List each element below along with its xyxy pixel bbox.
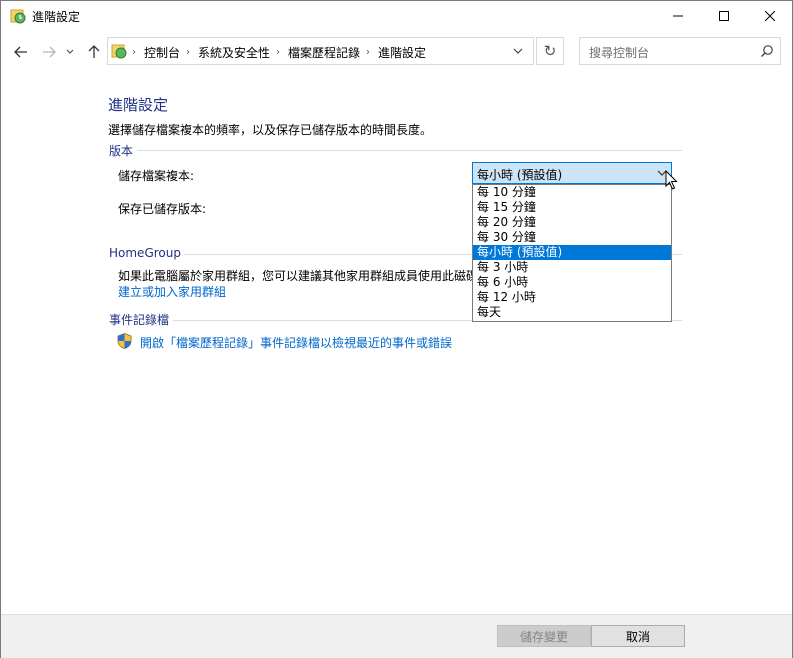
frequency-option[interactable]: 每 20 分鐘 (473, 215, 671, 230)
frequency-option[interactable]: 每 15 分鐘 (473, 200, 671, 215)
frequency-option[interactable]: 每小時 (預設值) (473, 245, 671, 260)
close-button[interactable] (747, 1, 793, 31)
cancel-button[interactable]: 取消 (591, 625, 685, 647)
chevron-down-icon (513, 48, 523, 54)
save-frequency-value: 每小時 (預設值) (477, 168, 563, 182)
breadcrumb-separator-icon: › (186, 47, 191, 58)
address-bar[interactable]: › 控制台 › 系統及安全性 › 檔案歷程記錄 › 進階設定 (107, 37, 534, 65)
versions-divider (137, 150, 682, 151)
refresh-button[interactable]: ↻ (536, 37, 564, 65)
homegroup-heading: HomeGroup (109, 246, 181, 260)
footer-bar: 儲存變更 取消 (1, 614, 792, 658)
forward-arrow-icon (43, 46, 56, 58)
frequency-option[interactable]: 每 6 小時 (473, 275, 671, 290)
refresh-icon: ↻ (543, 42, 557, 60)
save-copies-label: 儲存檔案複本: (118, 169, 195, 183)
frequency-option[interactable]: 每 10 分鐘 (473, 185, 671, 200)
homegroup-text: 如果此電腦屬於家用群組，您可以建議其他家用群組成員使用此磁碟 (118, 269, 472, 283)
breadcrumb-advanced-settings[interactable]: 進階設定 (378, 44, 426, 61)
up-button[interactable] (83, 41, 105, 63)
breadcrumb-separator-icon: › (276, 47, 281, 58)
breadcrumb-file-history[interactable]: 檔案歷程記錄 (288, 44, 360, 61)
uac-shield-icon (117, 333, 132, 349)
address-history-dropdown[interactable] (503, 37, 533, 65)
maximize-icon (719, 11, 729, 21)
save-frequency-combobox[interactable]: 每小時 (預設值) (472, 162, 672, 184)
window-title: 進階設定 (32, 10, 81, 24)
frequency-option[interactable]: 每 12 小時 (473, 290, 671, 305)
keep-versions-label: 保存已儲存版本: (118, 202, 207, 216)
search-icon (761, 45, 773, 57)
search-box[interactable]: 搜尋控制台 (579, 37, 781, 65)
eventlog-heading: 事件記錄檔 (109, 313, 170, 327)
forward-button[interactable] (38, 41, 60, 63)
save-changes-button[interactable]: 儲存變更 (497, 625, 591, 647)
file-history-icon (10, 9, 26, 24)
frequency-option[interactable]: 每 30 分鐘 (473, 230, 671, 245)
versions-heading: 版本 (109, 144, 134, 158)
maximize-button[interactable] (701, 1, 747, 31)
recent-locations-button[interactable] (63, 41, 77, 63)
close-icon (765, 11, 775, 21)
minimize-button[interactable] (655, 1, 701, 31)
back-arrow-icon (14, 46, 27, 58)
frequency-option[interactable]: 每天 (473, 305, 671, 320)
back-button[interactable] (10, 41, 32, 63)
mouse-cursor-icon (665, 170, 678, 190)
page-title: 進階設定 (108, 96, 169, 114)
chevron-down-icon (66, 49, 74, 54)
frequency-option[interactable]: 每 3 小時 (473, 260, 671, 275)
breadcrumb: › 控制台 › 系統及安全性 › 檔案歷程記錄 › 進階設定 (132, 44, 426, 61)
save-frequency-dropdown-list: 每 10 分鐘每 15 分鐘每 20 分鐘每 30 分鐘 每小時 (預設值) 每 3… (472, 184, 672, 322)
page-description: 選擇儲存檔案複本的頻率，以及保存已儲存版本的時間長度。 (108, 123, 433, 137)
window: 進階設定 › 控制台 › 系統及安全性 › 檔案歷程記錄 › 進階設定 ↻ 搜尋… (0, 0, 793, 658)
open-event-log-link[interactable]: 開啟「檔案歷程記錄」事件記錄檔以檢視最近的事件或錯誤 (140, 334, 452, 351)
up-arrow-icon (88, 45, 100, 58)
search-placeholder: 搜尋控制台 (589, 46, 650, 60)
breadcrumb-system-security[interactable]: 系統及安全性 (198, 44, 270, 61)
breadcrumb-separator-icon: › (132, 47, 136, 58)
breadcrumb-control-panel[interactable]: 控制台 (144, 44, 180, 61)
breadcrumb-separator-icon: › (366, 47, 371, 58)
join-homegroup-link[interactable]: 建立或加入家用群組 (118, 283, 226, 300)
control-panel-icon (111, 44, 127, 59)
title-bar: 進階設定 (1, 1, 792, 31)
minimize-icon (673, 15, 683, 17)
